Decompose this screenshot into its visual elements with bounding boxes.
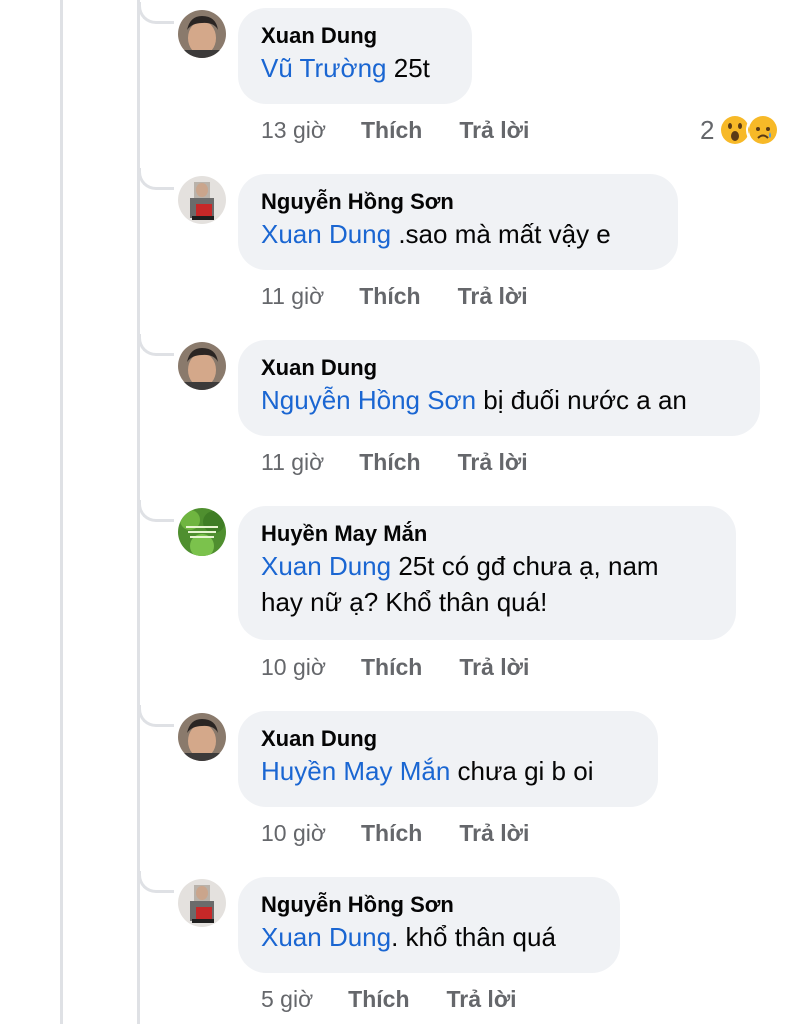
comment-actions: 10 giờ Thích Trả lời: [261, 653, 529, 681]
comment-bubble: Nguyễn Hồng Sơn Xuan Dung .sao mà mất vậ…: [238, 174, 678, 270]
reply-connector: [138, 500, 174, 522]
reply-button[interactable]: Trả lời: [447, 985, 517, 1013]
sad-reaction-icon: [746, 113, 781, 147]
comment-author[interactable]: Xuan Dung: [261, 22, 448, 50]
comment-actions: 13 giờ Thích Trả lời: [261, 116, 529, 144]
like-button[interactable]: Thích: [359, 448, 420, 476]
comment-author[interactable]: Xuan Dung: [261, 725, 634, 753]
comment-text: Vũ Trường 25t: [261, 50, 448, 86]
mention-link[interactable]: Huyền May Mắn: [261, 756, 450, 786]
reply-connector: [138, 705, 174, 727]
mention-link[interactable]: Xuan Dung: [261, 219, 391, 249]
comment-time[interactable]: 5 giờ: [261, 985, 313, 1013]
like-button[interactable]: Thích: [348, 985, 409, 1013]
comment-body-line-2: hay nữ ạ? Khổ thân quá!: [261, 587, 548, 617]
mention-link[interactable]: Nguyễn Hồng Sơn: [261, 385, 476, 415]
like-button[interactable]: Thích: [361, 116, 422, 144]
comment-body: chưa gi b oi: [450, 756, 594, 786]
avatar-nguyen-hong-son[interactable]: [178, 176, 226, 224]
comment-body: bị đuối nước a an: [476, 385, 687, 415]
reply-connector: [138, 334, 174, 356]
comment-time[interactable]: 11 giờ: [261, 448, 324, 476]
comment-author[interactable]: Nguyễn Hồng Sơn: [261, 188, 654, 216]
comment-actions: 10 giờ Thích Trả lời: [261, 819, 529, 847]
comment-actions: 11 giờ Thích Trả lời: [261, 282, 528, 310]
comment-author[interactable]: Huyền May Mắn: [261, 520, 712, 548]
comment-text: Huyền May Mắn chưa gi b oi: [261, 753, 634, 789]
like-button[interactable]: Thích: [361, 819, 422, 847]
mention-link[interactable]: Vũ Trường: [261, 53, 387, 83]
avatar-xuan-dung[interactable]: [178, 342, 226, 390]
reply-button[interactable]: Trả lời: [458, 448, 528, 476]
reactions-summary[interactable]: 2: [700, 113, 781, 147]
reply-button[interactable]: Trả lời: [459, 116, 529, 144]
reply-button[interactable]: Trả lời: [459, 819, 529, 847]
comment-text: Xuan Dung .sao mà mất vậy e: [261, 216, 654, 252]
comment-time[interactable]: 10 giờ: [261, 819, 326, 847]
mention-link[interactable]: Xuan Dung: [261, 922, 391, 952]
comment-bubble: Huyền May Mắn Xuan Dung 25t có gđ chưa ạ…: [238, 506, 736, 640]
comment-text: Xuan Dung 25t có gđ chưa ạ, nam hay nữ ạ?…: [261, 548, 712, 620]
avatar-xuan-dung[interactable]: [178, 713, 226, 761]
thread-line-outer: [60, 0, 63, 1024]
mention-link[interactable]: Xuan Dung: [261, 551, 391, 581]
comment-author[interactable]: Xuan Dung: [261, 354, 736, 382]
reply-connector: [138, 2, 174, 24]
comment-time[interactable]: 10 giờ: [261, 653, 326, 681]
comment-time[interactable]: 13 giờ: [261, 116, 326, 144]
reply-connector: [138, 871, 174, 893]
comment-body: . khổ thân quá: [391, 922, 556, 952]
reply-button[interactable]: Trả lời: [458, 282, 528, 310]
comment-text: Nguyễn Hồng Sơn bị đuối nước a an: [261, 382, 736, 418]
avatar-xuan-dung[interactable]: [178, 10, 226, 58]
comment-bubble: Nguyễn Hồng Sơn Xuan Dung. khổ thân quá: [238, 877, 620, 973]
comment-text: Xuan Dung. khổ thân quá: [261, 919, 596, 955]
comment-body: 25t: [386, 53, 430, 83]
avatar-huyen-may-man[interactable]: [178, 508, 226, 556]
like-button[interactable]: Thích: [361, 653, 422, 681]
reaction-count: 2: [700, 115, 715, 145]
avatar-nguyen-hong-son[interactable]: [178, 879, 226, 927]
comment-bubble: Xuan Dung Huyền May Mắn chưa gi b oi: [238, 711, 658, 807]
comment-bubble: Xuan Dung Vũ Trường 25t: [238, 8, 472, 104]
comment-body: 25t có gđ chưa ạ, nam: [391, 551, 659, 581]
comment-body: .sao mà mất vậy e: [391, 219, 611, 249]
reply-connector: [138, 168, 174, 190]
comment-bubble: Xuan Dung Nguyễn Hồng Sơn bị đuối nước a…: [238, 340, 760, 436]
comment-actions: 11 giờ Thích Trả lời: [261, 448, 528, 476]
reply-button[interactable]: Trả lời: [459, 653, 529, 681]
like-button[interactable]: Thích: [359, 282, 420, 310]
comment-author[interactable]: Nguyễn Hồng Sơn: [261, 891, 596, 919]
comment-time[interactable]: 11 giờ: [261, 282, 324, 310]
comment-actions: 5 giờ Thích Trả lời: [261, 985, 517, 1013]
